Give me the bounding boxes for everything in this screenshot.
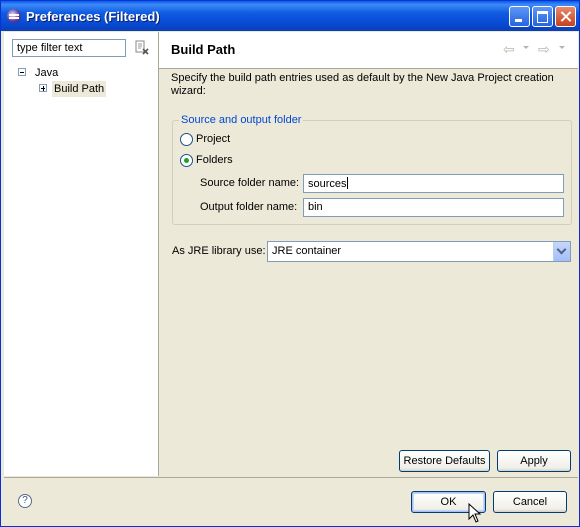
tree-label-build-path: Build Path bbox=[52, 81, 107, 97]
forward-dropdown-icon[interactable] bbox=[559, 46, 565, 49]
maximize-button[interactable] bbox=[532, 6, 553, 27]
jre-library-value: JRE container bbox=[272, 245, 342, 257]
back-arrow-icon[interactable]: ⇦ bbox=[503, 42, 521, 56]
preference-tree-pane bbox=[4, 32, 159, 476]
filter-input[interactable] bbox=[12, 39, 126, 57]
chevron-down-icon[interactable] bbox=[553, 242, 570, 261]
maximize-icon bbox=[533, 7, 552, 26]
restore-defaults-button[interactable]: Restore Defaults bbox=[399, 450, 490, 472]
clear-filter-icon[interactable] bbox=[135, 40, 149, 55]
eclipse-icon bbox=[7, 9, 21, 23]
back-dropdown-icon[interactable] bbox=[523, 46, 529, 49]
expand-icon[interactable] bbox=[39, 84, 47, 92]
collapse-icon[interactable] bbox=[18, 68, 26, 76]
page-title: Build Path bbox=[171, 42, 236, 57]
window-title: Preferences (Filtered) bbox=[26, 9, 160, 24]
close-icon bbox=[556, 7, 575, 26]
radio-folders[interactable] bbox=[180, 154, 193, 167]
output-folder-label: Output folder name: bbox=[200, 201, 298, 213]
preferences-window: Preferences (Filtered) Java Build Path B… bbox=[0, 0, 580, 527]
minimize-button[interactable] bbox=[509, 6, 530, 27]
source-folder-label: Source folder name: bbox=[200, 177, 300, 189]
source-folder-value: sources bbox=[308, 178, 347, 190]
radio-project-label[interactable]: Project bbox=[196, 133, 230, 146]
forward-arrow-icon[interactable]: ⇨ bbox=[538, 42, 556, 56]
page-description: Specify the build path entries used as d… bbox=[171, 72, 554, 97]
help-icon[interactable]: ? bbox=[18, 494, 32, 508]
title-bar[interactable]: Preferences (Filtered) bbox=[1, 1, 579, 31]
minimize-icon bbox=[510, 7, 529, 26]
group-title: Source and output folder bbox=[179, 114, 304, 126]
cancel-button[interactable]: Cancel bbox=[493, 491, 567, 513]
apply-button[interactable]: Apply bbox=[497, 450, 571, 472]
output-folder-value: bin bbox=[308, 201, 323, 213]
footer-divider bbox=[4, 477, 578, 478]
output-folder-field[interactable]: bin bbox=[303, 198, 564, 217]
jre-library-label: As JRE library use: bbox=[172, 245, 266, 257]
jre-library-select[interactable]: JRE container bbox=[267, 241, 571, 262]
tree-label-java: Java bbox=[35, 67, 59, 79]
source-folder-field[interactable]: sources bbox=[303, 174, 564, 193]
page-header: Build Path ⇦ ⇨ bbox=[159, 32, 578, 69]
radio-project[interactable] bbox=[180, 133, 193, 146]
close-button[interactable] bbox=[555, 6, 576, 27]
text-caret bbox=[346, 177, 348, 189]
mouse-pointer-icon bbox=[468, 503, 482, 523]
radio-folders-label[interactable]: Folders bbox=[196, 154, 233, 167]
